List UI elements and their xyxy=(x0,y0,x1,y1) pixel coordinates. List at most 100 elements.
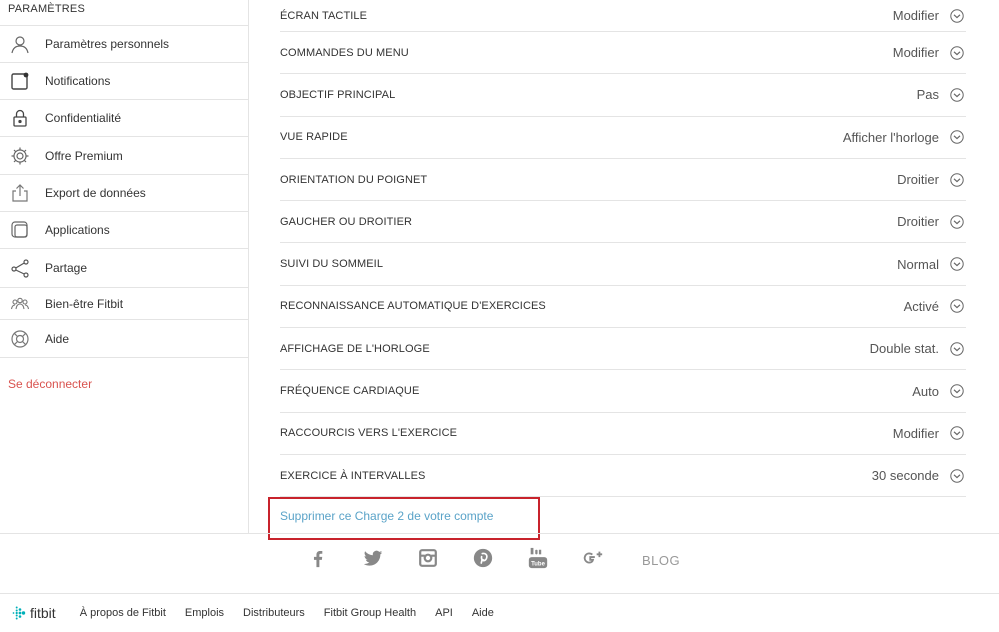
chevron-down-icon xyxy=(950,88,964,102)
sidebar-item-notifications[interactable]: Notifications xyxy=(0,63,248,100)
googleplus-icon[interactable] xyxy=(581,546,605,570)
pinterest-icon[interactable] xyxy=(471,546,495,570)
chevron-down-icon xyxy=(950,299,964,314)
sidebar-item-label: Notifications xyxy=(45,74,111,88)
setting-value-dropdown[interactable]: Activé xyxy=(904,299,966,314)
logout-link[interactable]: Se déconnecter xyxy=(8,377,92,391)
fitbit-logo[interactable]: fitbit xyxy=(12,605,56,621)
footer-link-help[interactable]: Aide xyxy=(472,607,494,619)
sidebar-item-label: Offre Premium xyxy=(45,148,123,163)
blog-link[interactable]: BLOG xyxy=(642,553,680,568)
setting-value: Droitier xyxy=(897,214,939,230)
social-links: Tube BLOG xyxy=(306,546,680,570)
setting-value-dropdown[interactable]: Modifier xyxy=(893,8,966,23)
chevron-down-icon xyxy=(950,130,964,144)
setting-name: ÉCRAN TACTILE xyxy=(280,9,368,22)
settings-list: ÉCRAN TACTILE Modifier COMMANDES DU MENU Mo… xyxy=(280,0,966,498)
setting-row: SUIVI DU SOMMEIL Normal xyxy=(280,243,966,286)
youtube-icon[interactable]: Tube xyxy=(526,546,550,570)
share-icon xyxy=(10,258,30,278)
setting-row: OBJECTIF PRINCIPAL Pas xyxy=(280,74,966,117)
setting-value-dropdown[interactable]: Normal xyxy=(897,257,966,272)
setting-value: Pas xyxy=(916,87,939,103)
setting-value: Droitier xyxy=(897,172,939,188)
setting-name: COMMANDES DU MENU xyxy=(280,46,409,59)
sidebar-item-applications[interactable]: Applications xyxy=(0,212,248,249)
setting-row: COMMANDES DU MENU Modifier xyxy=(280,32,966,75)
notification-icon xyxy=(10,71,30,91)
sidebar-item-premium[interactable]: Offre Premium xyxy=(0,137,248,175)
setting-value-dropdown[interactable]: Afficher l'horloge xyxy=(843,130,966,145)
chevron-down-icon xyxy=(950,45,964,60)
chevron-down-icon xyxy=(950,215,964,229)
setting-name: SUIVI DU SOMMEIL xyxy=(280,258,384,271)
setting-name: RECONNAISSANCE AUTOMATIQUE D'EXERCICES xyxy=(280,300,546,313)
setting-value-dropdown[interactable]: 30 seconde xyxy=(872,468,966,483)
setting-value-dropdown[interactable]: Droitier xyxy=(897,172,966,187)
sidebar-item-label: Aide xyxy=(45,331,70,346)
setting-value-dropdown[interactable]: Modifier xyxy=(893,45,966,60)
setting-value-dropdown[interactable]: Droitier xyxy=(897,214,966,229)
setting-name: GAUCHER OU DROITIER xyxy=(280,215,413,228)
sidebar-item-label: Confidentialité xyxy=(45,111,122,125)
sidebar-item-privacy[interactable]: Confidentialité xyxy=(0,100,248,137)
sidebar-item-help[interactable]: Aide xyxy=(0,320,248,358)
lock-icon xyxy=(10,108,30,128)
apps-icon xyxy=(10,220,30,240)
setting-value: Double stat. xyxy=(869,341,939,357)
instagram-icon[interactable] xyxy=(416,546,440,570)
setting-name: OBJECTIF PRINCIPAL xyxy=(280,88,396,101)
sidebar-item-data-export[interactable]: Export de données xyxy=(0,175,248,212)
setting-value: Activé xyxy=(903,298,939,314)
setting-name: EXERCICE À INTERVALLES xyxy=(280,469,426,482)
setting-row: RACCOURCIS VERS L'EXERCICE Modifier xyxy=(280,413,966,455)
setting-value-dropdown[interactable]: Modifier xyxy=(893,426,966,441)
brand-name: fitbit xyxy=(30,605,56,621)
setting-name: RACCOURCIS VERS L'EXERCICE xyxy=(280,427,458,440)
setting-name: FRÉQUENCE CARDIAQUE xyxy=(280,385,420,398)
sidebar-item-wellness[interactable]: Bien-être Fitbit xyxy=(0,288,248,320)
facebook-icon[interactable] xyxy=(306,546,330,570)
people-icon xyxy=(10,294,30,314)
setting-value-dropdown[interactable]: Auto xyxy=(912,384,966,399)
sidebar-item-personal-settings[interactable]: Paramètres personnels xyxy=(0,26,248,63)
footer-link-jobs[interactable]: Emplois xyxy=(185,607,224,619)
chevron-down-icon xyxy=(950,384,964,398)
setting-value: Modifier xyxy=(892,45,939,61)
chevron-down-icon xyxy=(950,257,964,271)
setting-row: VUE RAPIDE Afficher l'horloge xyxy=(280,117,966,159)
setting-value: Modifier xyxy=(892,8,939,23)
setting-name: ORIENTATION DU POIGNET xyxy=(280,173,428,186)
setting-name: VUE RAPIDE xyxy=(280,131,348,144)
sidebar: PARAMÈTRES Paramètres personnels Notific… xyxy=(0,0,249,533)
setting-row: RECONNAISSANCE AUTOMATIQUE D'EXERCICES Ac… xyxy=(280,286,966,329)
footer-link-retailers[interactable]: Distributeurs xyxy=(243,607,305,619)
help-icon xyxy=(10,329,30,349)
setting-value: Afficher l'horloge xyxy=(842,129,939,145)
sidebar-item-sharing[interactable]: Partage xyxy=(0,249,248,288)
sidebar-item-label: Applications xyxy=(45,223,110,237)
setting-row: AFFICHAGE DE L'HORLOGE Double stat. xyxy=(280,328,966,371)
chevron-down-icon xyxy=(950,468,964,483)
fitbit-dots-icon xyxy=(12,606,26,620)
setting-row: FRÉQUENCE CARDIAQUE Auto xyxy=(280,370,966,413)
setting-row: GAUCHER OU DROITIER Droitier xyxy=(280,201,966,244)
chevron-down-icon xyxy=(950,8,964,23)
footer-link-group-health[interactable]: Fitbit Group Health xyxy=(324,607,416,619)
setting-value-dropdown[interactable]: Pas xyxy=(917,87,966,102)
twitter-icon[interactable] xyxy=(361,546,385,570)
sidebar-item-label: Export de données xyxy=(45,186,146,200)
footer-links-bar: fitbit À propos de Fitbit Emplois Distri… xyxy=(0,593,999,632)
setting-value: 30 seconde xyxy=(871,468,939,484)
setting-value: Auto xyxy=(912,383,939,399)
footer-link-api[interactable]: API xyxy=(435,607,453,619)
sidebar-item-label: Paramètres personnels xyxy=(45,37,170,51)
footer-link-about[interactable]: À propos de Fitbit xyxy=(80,607,166,619)
setting-row: ÉCRAN TACTILE Modifier xyxy=(280,0,966,32)
user-icon xyxy=(10,34,30,54)
setting-value-dropdown[interactable]: Double stat. xyxy=(870,341,966,356)
gear-icon xyxy=(10,146,30,166)
sidebar-title: PARAMÈTRES xyxy=(0,0,248,26)
sidebar-item-label: Bien-être Fitbit xyxy=(45,296,124,311)
setting-row: ORIENTATION DU POIGNET Droitier xyxy=(280,159,966,202)
